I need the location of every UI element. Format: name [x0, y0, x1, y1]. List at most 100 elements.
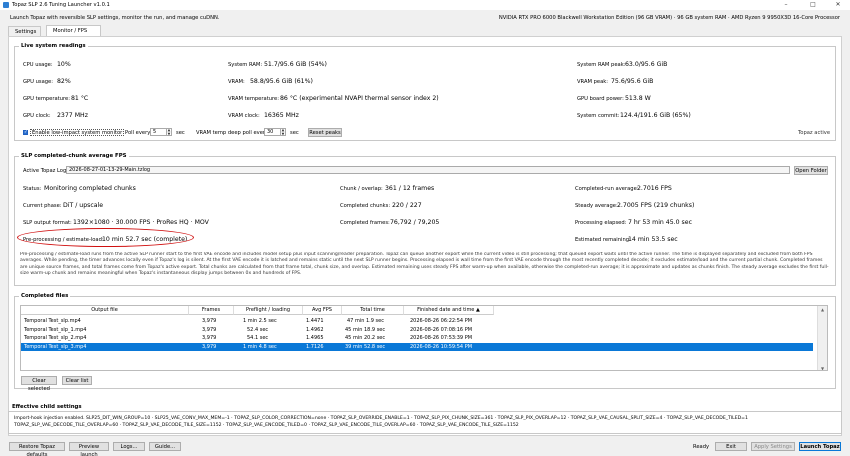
chunk-overlap-label: Chunk / overlap: [340, 186, 383, 192]
gpu-power-value: 513.8 W [625, 95, 651, 102]
cell-total-time: 47 min 1.9 sec [347, 318, 384, 324]
cell-finished: 2026-08-26 07:08:16 PM [410, 326, 473, 333]
col-finished[interactable]: Finished date and time ▲ [404, 306, 494, 315]
reset-peaks-button[interactable]: Reset peaks [308, 128, 342, 137]
apply-settings-button[interactable]: Apply Settings [751, 442, 795, 451]
col-total-time[interactable]: Total time [342, 306, 404, 315]
steady-label: Steady average: [575, 203, 618, 209]
vram-temp-value: 86 °C (experimental NVAPI thermal sensor… [280, 95, 439, 102]
close-button[interactable]: ✕ [831, 0, 845, 10]
clear-selected-button[interactable]: Clear selected [21, 376, 57, 392]
cell-avg-fps: 1.4965 [306, 335, 324, 341]
poll-sec-label: sec [176, 130, 185, 136]
cell-preflight: 52.4 sec [247, 326, 269, 333]
run-avg-label: Completed-run average: [575, 186, 639, 192]
phase-label: Current phase: [23, 203, 62, 209]
table-row-selected[interactable]: Temporal Test_slp_3.mp4 3,979 1 min 4.8 … [21, 342, 813, 351]
table-scrollbar[interactable]: ▲ ▼ [817, 306, 827, 370]
table-row[interactable]: Temporal Test_slp.mp4 3,979 1 min 2.5 se… [21, 317, 813, 326]
chunk-overlap-value: 361 / 12 frames [385, 185, 435, 192]
completed-chunks-label: Completed chunks: [340, 203, 391, 209]
sys-ram-peak-value: 63.0/95.6 GiB [625, 61, 668, 68]
cell-frames: 3,979 [202, 318, 217, 324]
gpu-temp-label: GPU temperature: [23, 96, 70, 102]
completed-frames-label: Completed frames: [340, 220, 390, 226]
maximize-button[interactable]: □ [806, 0, 820, 10]
scroll-down-icon[interactable]: ▼ [818, 366, 827, 370]
remaining-label: Estimated remaining: [575, 237, 631, 243]
window-title: Topaz SLP 2.6 Tuning Launcher v1.0.1 [12, 2, 110, 8]
cell-total-time: 45 min 18.9 sec [345, 326, 386, 333]
cell-total-time: 39 min 52.8 sec [345, 343, 386, 350]
phase-value: DiT / upscale [63, 202, 104, 209]
scroll-up-icon[interactable]: ▲ [818, 307, 827, 312]
restore-defaults-button[interactable]: Restore Topaz defaults [9, 442, 65, 456]
sys-commit-value: 124.4/191.6 GiB (65%) [620, 112, 691, 119]
fps-title: SLP completed-chunk average FPS [19, 153, 129, 159]
effective-line-2: TOPAZ_SLP_VAE_DECODE_TILE_OVERLAP=60 · T… [14, 423, 519, 428]
cpu-usage-value: 10% [57, 61, 71, 68]
topaz-active-status: Topaz active [798, 130, 831, 136]
vram-peak-value: 75.6/95.6 GiB [611, 78, 654, 85]
clear-list-button[interactable]: Clear list [62, 376, 92, 385]
vram-poll-label: VRAM temp deep poll every [196, 130, 269, 136]
run-avg-value: 2.7016 FPS [637, 185, 672, 192]
open-folder-button[interactable]: Open Folder [794, 166, 828, 175]
col-output-file[interactable]: Output file [21, 306, 189, 315]
minimize-button[interactable]: – [779, 0, 793, 10]
guide-button[interactable]: Guide... [149, 442, 181, 451]
title-bar: Topaz SLP 2.6 Tuning Launcher v1.0.1 – □… [0, 0, 850, 10]
active-log-field[interactable]: 2026-08-27-01-13-29-Main.tzlog [66, 166, 790, 174]
gpu-usage-label: GPU usage: [23, 79, 53, 85]
app-icon [3, 2, 9, 8]
sys-ram-label: System RAM: [228, 62, 263, 68]
header-subtitle: Launch Topaz with reversible SLP setting… [10, 15, 220, 21]
vram-peak-label: VRAM peak: [577, 79, 609, 85]
vram-poll-sec-label: sec [290, 130, 299, 136]
table-row[interactable]: Temporal Test_slp_1.mp4 3,979 52.4 sec 1… [21, 326, 813, 335]
vram-clock-label: VRAM clock: [228, 113, 260, 119]
elapsed-label: Processing elapsed: [575, 220, 627, 226]
cell-file: Temporal Test_slp_1.mp4 [24, 326, 87, 333]
cell-avg-fps: 1.7126 [306, 343, 324, 350]
table-row[interactable]: Temporal Test_slp_2.mp4 3,979 54.1 sec 1… [21, 334, 813, 343]
completed-table[interactable]: Output file Frames Preflight / loading A… [20, 305, 828, 371]
gpu-power-label: GPU board power: [577, 96, 624, 102]
vram-clock-value: 16365 MHz [264, 112, 299, 119]
effective-line-1: Import-hook injection enabled. SLP25_DIT… [14, 416, 748, 421]
col-frames[interactable]: Frames [189, 306, 234, 315]
vram-poll-spinner[interactable]: ▲ ▼ [280, 128, 285, 136]
steady-value: 2.7005 FPS (219 chunks) [617, 202, 695, 209]
preview-launch-button[interactable]: Preview launch [69, 442, 109, 456]
cell-frames: 3,979 [202, 326, 217, 333]
poll-every-spinner[interactable]: ▲ ▼ [166, 128, 171, 136]
cell-finished: 2026-08-26 06:22:54 PM [410, 318, 473, 324]
header: Launch Topaz with reversible SLP setting… [0, 10, 850, 24]
low-impact-label: Enable low-impact system monitor [30, 129, 125, 136]
cell-avg-fps: 1.4962 [306, 326, 324, 333]
vram-temp-label: VRAM temperature: [228, 96, 279, 102]
cell-preflight: 54.1 sec [247, 335, 269, 341]
cpu-usage-label: CPU usage: [23, 62, 53, 68]
cell-frames: 3,979 [202, 343, 217, 350]
cell-file: Temporal Test_slp.mp4 [24, 318, 81, 324]
exit-button[interactable]: Exit [715, 442, 747, 451]
poll-every-label: Poll every [125, 130, 151, 136]
cell-total-time: 45 min 20.2 sec [345, 335, 386, 341]
col-avg-fps[interactable]: Avg FPS [303, 306, 342, 315]
fps-description: Pre-processing / estimate-load runs from… [20, 252, 829, 276]
gpu-usage-value: 82% [57, 78, 71, 85]
cell-frames: 3,979 [202, 335, 217, 341]
col-preflight[interactable]: Preflight / loading [234, 306, 303, 315]
status-ready: Ready [693, 444, 710, 450]
logs-button[interactable]: Logs... [113, 442, 145, 451]
launch-topaz-button[interactable]: Launch Topaz [799, 442, 841, 451]
completed-title: Completed files [19, 293, 71, 299]
sys-ram-peak-label: System RAM peak: [577, 62, 626, 68]
active-log-label: Active Topaz Log [23, 168, 67, 174]
low-impact-checkbox[interactable]: ✓ [23, 130, 28, 135]
elapsed-value: 7 hr 53 min 45.0 sec [628, 219, 692, 226]
status-label: Status: [23, 186, 42, 192]
gpu-temp-value: 81 °C [71, 95, 89, 102]
sys-commit-label: System commit: [577, 113, 620, 119]
